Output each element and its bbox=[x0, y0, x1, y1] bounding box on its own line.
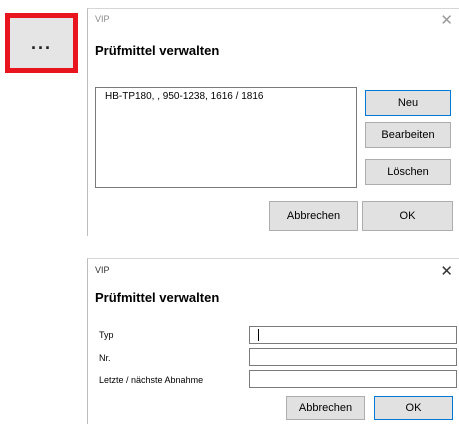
text-caret bbox=[258, 329, 259, 341]
new-button[interactable]: Neu bbox=[365, 90, 451, 116]
ok-button[interactable]: OK bbox=[362, 201, 453, 231]
abnahme-label: Letzte / nächste Abnahme bbox=[99, 375, 204, 385]
dialog-heading: Prüfmittel verwalten bbox=[95, 43, 220, 58]
pruefmittel-listbox[interactable]: HB-TP180, , 950-1238, 1616 / 1816 bbox=[95, 87, 357, 188]
ellipsis-label: ... bbox=[30, 32, 52, 53]
dialog-heading: Prüfmittel verwalten bbox=[95, 290, 220, 305]
window-title: VIP bbox=[95, 265, 110, 275]
delete-button[interactable]: Löschen bbox=[365, 159, 451, 185]
list-item[interactable]: HB-TP180, , 950-1238, 1616 / 1816 bbox=[105, 91, 263, 102]
typ-field[interactable] bbox=[249, 326, 457, 344]
typ-label: Typ bbox=[99, 330, 114, 340]
cancel-button[interactable]: Abbrechen bbox=[286, 396, 365, 420]
nr-field[interactable] bbox=[249, 348, 457, 366]
edit-button[interactable]: Bearbeiten bbox=[365, 122, 451, 148]
ok-button[interactable]: OK bbox=[374, 396, 453, 420]
close-icon[interactable]: ✕ bbox=[440, 264, 453, 279]
window-title: VIP bbox=[95, 14, 110, 24]
pruefmittel-edit-dialog: VIP ✕ Prüfmittel verwalten Typ Nr. Letzt… bbox=[87, 258, 459, 424]
pruefmittel-list-dialog: VIP ✕ Prüfmittel verwalten HB-TP180, , 9… bbox=[87, 8, 459, 236]
close-icon[interactable]: ✕ bbox=[440, 13, 453, 28]
open-pruefmittel-button[interactable]: ... bbox=[5, 13, 78, 73]
cancel-button[interactable]: Abbrechen bbox=[269, 201, 358, 231]
nr-label: Nr. bbox=[99, 353, 111, 363]
abnahme-field[interactable] bbox=[249, 370, 457, 388]
